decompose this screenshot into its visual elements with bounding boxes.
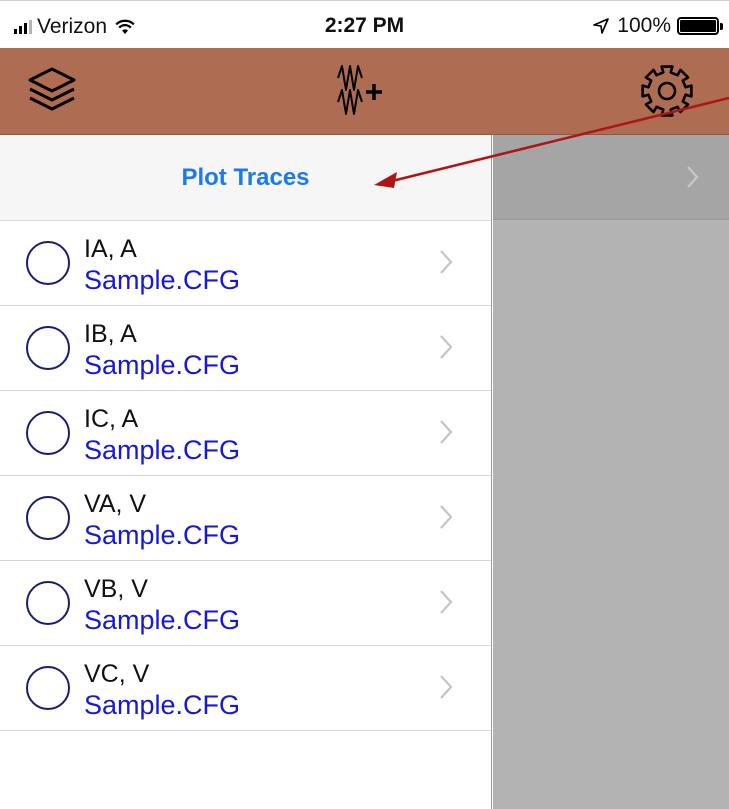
radio-circle-icon[interactable] xyxy=(26,411,70,455)
chevron-right-icon xyxy=(440,335,453,359)
radio-circle-icon[interactable] xyxy=(26,581,70,625)
trace-row[interactable]: VA, V Sample.CFG xyxy=(0,476,491,561)
location-arrow-icon xyxy=(593,18,610,34)
battery-icon xyxy=(677,17,723,35)
trace-file: Sample.CFG xyxy=(84,605,241,635)
trace-name: VC, V xyxy=(84,660,150,688)
battery-tip xyxy=(720,23,723,30)
nav-bar xyxy=(0,48,729,135)
chevron-right-icon xyxy=(440,675,453,699)
detail-panel xyxy=(493,135,729,809)
battery-percent: 100% xyxy=(617,14,671,37)
chevron-right-icon xyxy=(440,590,453,614)
trace-name: IA, A xyxy=(84,235,137,263)
trace-file: Sample.CFG xyxy=(84,690,241,720)
layers-button[interactable] xyxy=(18,58,86,124)
radio-circle-icon[interactable] xyxy=(26,496,70,540)
detail-header[interactable] xyxy=(493,135,729,220)
layers-icon xyxy=(28,67,76,111)
trace-name: IB, A xyxy=(84,320,137,348)
status-right: 100% xyxy=(593,14,723,38)
trace-name: VB, V xyxy=(84,575,148,603)
chevron-right-icon xyxy=(440,250,453,274)
trace-file: Sample.CFG xyxy=(84,265,241,295)
trace-file: Sample.CFG xyxy=(84,520,241,550)
trace-list-panel: Plot Traces IA, A Sample.CFG IB, A Sample.C… xyxy=(0,135,492,809)
waveform-add-icon xyxy=(337,65,382,115)
settings-button[interactable] xyxy=(633,58,701,124)
chevron-right-icon xyxy=(440,420,453,444)
trace-name: IC, A xyxy=(84,405,139,433)
trace-list: IA, A Sample.CFG IB, A Sample.CFG IC, A Sampl… xyxy=(0,221,491,731)
chevron-right-icon xyxy=(687,166,699,188)
trace-row[interactable]: IB, A Sample.CFG xyxy=(0,306,491,391)
status-bar: Verizon 2:27 PM 100% xyxy=(0,0,729,48)
trace-row[interactable]: VC, V Sample.CFG xyxy=(0,646,491,731)
chevron-right-icon xyxy=(440,505,453,529)
add-waveform-button[interactable] xyxy=(327,58,395,124)
battery-fill xyxy=(680,20,716,32)
trace-row[interactable]: IC, A Sample.CFG xyxy=(0,391,491,476)
radio-circle-icon[interactable] xyxy=(26,666,70,710)
trace-file: Sample.CFG xyxy=(84,435,241,465)
trace-row[interactable]: VB, V Sample.CFG xyxy=(0,561,491,646)
trace-row[interactable]: IA, A Sample.CFG xyxy=(0,221,491,306)
trace-file: Sample.CFG xyxy=(84,350,241,380)
radio-circle-icon[interactable] xyxy=(26,326,70,370)
gear-icon xyxy=(641,65,693,117)
trace-name: VA, V xyxy=(84,490,147,518)
plot-traces-button[interactable]: Plot Traces xyxy=(0,135,491,221)
radio-circle-icon[interactable] xyxy=(26,241,70,285)
plot-traces-title: Plot Traces xyxy=(181,163,310,191)
